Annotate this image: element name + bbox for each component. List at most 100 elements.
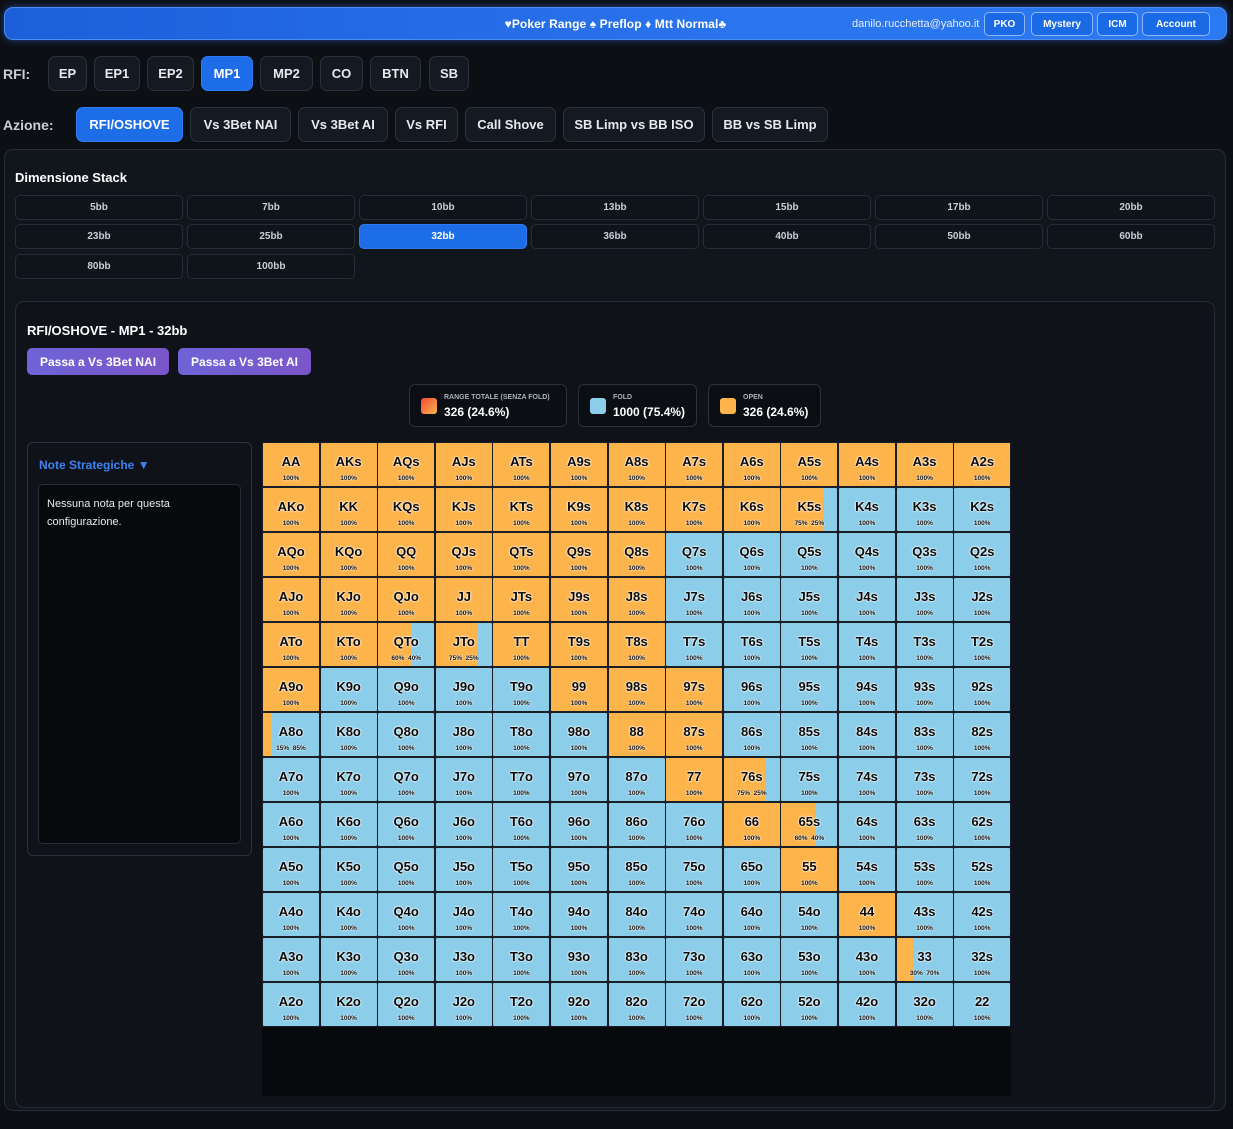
hand-cell-AKs[interactable]: AKs 100% [320,443,377,486]
hand-cell-A2s[interactable]: A2s 100% [954,443,1011,486]
hand-cell-TT[interactable]: TT 100% [493,623,550,666]
hand-cell-93s[interactable]: 93s 100% [896,668,953,711]
goto-vs-3bet-ai-button[interactable]: Passa a Vs 3Bet AI [178,348,311,375]
hand-cell-T7o[interactable]: T7o 100% [493,758,550,801]
hand-cell-53o[interactable]: 53o 100% [781,938,838,981]
hand-cell-76o[interactable]: 76o 100% [666,803,723,846]
hand-cell-ATo[interactable]: ATo 100% [263,623,319,666]
hand-cell-T9s[interactable]: T9s 100% [551,623,607,666]
hand-cell-54s[interactable]: 54s 100% [839,848,895,891]
hand-cell-A5s[interactable]: A5s 100% [781,443,838,486]
action-bb-vs-sb-limp[interactable]: BB vs SB Limp [712,107,828,142]
hand-cell-J4o[interactable]: J4o 100% [435,893,492,936]
hand-cell-J6o[interactable]: J6o 100% [435,803,492,846]
pko-button[interactable]: PKO [984,12,1025,36]
hand-cell-AKo[interactable]: AKo 100% [263,488,319,531]
hand-cell-T8s[interactable]: T8s 100% [608,623,665,666]
hand-cell-Q8o[interactable]: Q8o 100% [378,713,435,756]
hand-cell-95o[interactable]: 95o 100% [551,848,607,891]
action-sb-limp-vs-bb-iso[interactable]: SB Limp vs BB ISO [563,107,705,142]
hand-cell-K2o[interactable]: K2o 100% [320,983,377,1026]
hand-cell-J7o[interactable]: J7o 100% [435,758,492,801]
hand-cell-65o[interactable]: 65o 100% [723,848,780,891]
hand-cell-K5o[interactable]: K5o 100% [320,848,377,891]
hand-cell-Q9o[interactable]: Q9o 100% [378,668,435,711]
hand-cell-AJo[interactable]: AJo 100% [263,578,319,621]
hand-cell-QJo[interactable]: QJo 100% [378,578,435,621]
stack-size-40bb[interactable]: 40bb [703,224,871,249]
hand-cell-A7o[interactable]: A7o 100% [263,758,319,801]
hand-cell-K6s[interactable]: K6s 100% [723,488,780,531]
hand-cell-J2o[interactable]: J2o 100% [435,983,492,1026]
hand-cell-A3s[interactable]: A3s 100% [896,443,953,486]
hand-cell-62s[interactable]: 62s 100% [954,803,1011,846]
hand-cell-QTo[interactable]: QTo 60% 40% [378,623,435,666]
hand-cell-63o[interactable]: 63o 100% [723,938,780,981]
hand-cell-J5o[interactable]: J5o 100% [435,848,492,891]
hand-cell-62o[interactable]: 62o 100% [723,983,780,1026]
hand-cell-A6o[interactable]: A6o 100% [263,803,319,846]
stack-size-15bb[interactable]: 15bb [703,195,871,220]
hand-cell-A4s[interactable]: A4s 100% [839,443,895,486]
hand-cell-52s[interactable]: 52s 100% [954,848,1011,891]
hand-cell-K4o[interactable]: K4o 100% [320,893,377,936]
hand-cell-J9s[interactable]: J9s 100% [551,578,607,621]
hand-cell-QJs[interactable]: QJs 100% [435,533,492,576]
hand-cell-99[interactable]: 99 100% [551,668,607,711]
action-vs-rfi[interactable]: Vs RFI [395,107,458,142]
hand-cell-K6o[interactable]: K6o 100% [320,803,377,846]
hand-cell-T5o[interactable]: T5o 100% [493,848,550,891]
hand-cell-53s[interactable]: 53s 100% [896,848,953,891]
hand-cell-75s[interactable]: 75s 100% [781,758,838,801]
hand-cell-43s[interactable]: 43s 100% [896,893,953,936]
hand-cell-T3s[interactable]: T3s 100% [896,623,953,666]
hand-cell-93o[interactable]: 93o 100% [551,938,607,981]
hand-cell-J9o[interactable]: J9o 100% [435,668,492,711]
stack-size-17bb[interactable]: 17bb [875,195,1043,220]
hand-cell-K5s[interactable]: K5s 75% 25% [781,488,838,531]
hand-cell-84s[interactable]: 84s 100% [839,713,895,756]
hand-cell-J7s[interactable]: J7s 100% [666,578,723,621]
notes-toggle[interactable]: Note Strategiche ▼ [39,458,150,472]
hand-cell-55[interactable]: 55 100% [781,848,838,891]
hand-cell-76s[interactable]: 76s 75% 25% [723,758,780,801]
hand-cell-64o[interactable]: 64o 100% [723,893,780,936]
hand-cell-97o[interactable]: 97o 100% [551,758,607,801]
hand-cell-75o[interactable]: 75o 100% [666,848,723,891]
hand-cell-A6s[interactable]: A6s 100% [723,443,780,486]
hand-cell-K9s[interactable]: K9s 100% [551,488,607,531]
hand-cell-A7s[interactable]: A7s 100% [666,443,723,486]
hand-cell-T6s[interactable]: T6s 100% [723,623,780,666]
hand-cell-32o[interactable]: 32o 100% [896,983,953,1026]
stack-size-10bb[interactable]: 10bb [359,195,527,220]
hand-cell-K7o[interactable]: K7o 100% [320,758,377,801]
hand-cell-Q7o[interactable]: Q7o 100% [378,758,435,801]
hand-cell-73s[interactable]: 73s 100% [896,758,953,801]
hand-cell-Q9s[interactable]: Q9s 100% [551,533,607,576]
mystery-button[interactable]: Mystery [1031,12,1093,36]
goto-vs-3bet-nai-button[interactable]: Passa a Vs 3Bet NAI [27,348,169,375]
hand-cell-J8s[interactable]: J8s 100% [608,578,665,621]
hand-cell-83s[interactable]: 83s 100% [896,713,953,756]
hand-cell-ATs[interactable]: ATs 100% [493,443,550,486]
hand-cell-52o[interactable]: 52o 100% [781,983,838,1026]
position-sb[interactable]: SB [429,56,469,91]
hand-cell-Q8s[interactable]: Q8s 100% [608,533,665,576]
hand-cell-82o[interactable]: 82o 100% [608,983,665,1026]
hand-cell-J3s[interactable]: J3s 100% [896,578,953,621]
hand-cell-T9o[interactable]: T9o 100% [493,668,550,711]
hand-cell-84o[interactable]: 84o 100% [608,893,665,936]
hand-cell-42s[interactable]: 42s 100% [954,893,1011,936]
hand-cell-85o[interactable]: 85o 100% [608,848,665,891]
account-button[interactable]: Account [1142,12,1210,36]
hand-cell-T4o[interactable]: T4o 100% [493,893,550,936]
hand-cell-92o[interactable]: 92o 100% [551,983,607,1026]
hand-cell-63s[interactable]: 63s 100% [896,803,953,846]
hand-cell-T3o[interactable]: T3o 100% [493,938,550,981]
position-btn[interactable]: BTN [370,56,421,91]
hand-cell-T4s[interactable]: T4s 100% [839,623,895,666]
hand-cell-42o[interactable]: 42o 100% [839,983,895,1026]
hand-cell-32s[interactable]: 32s 100% [954,938,1011,981]
hand-cell-A9o[interactable]: A9o 100% [263,668,319,711]
hand-cell-72o[interactable]: 72o 100% [666,983,723,1026]
